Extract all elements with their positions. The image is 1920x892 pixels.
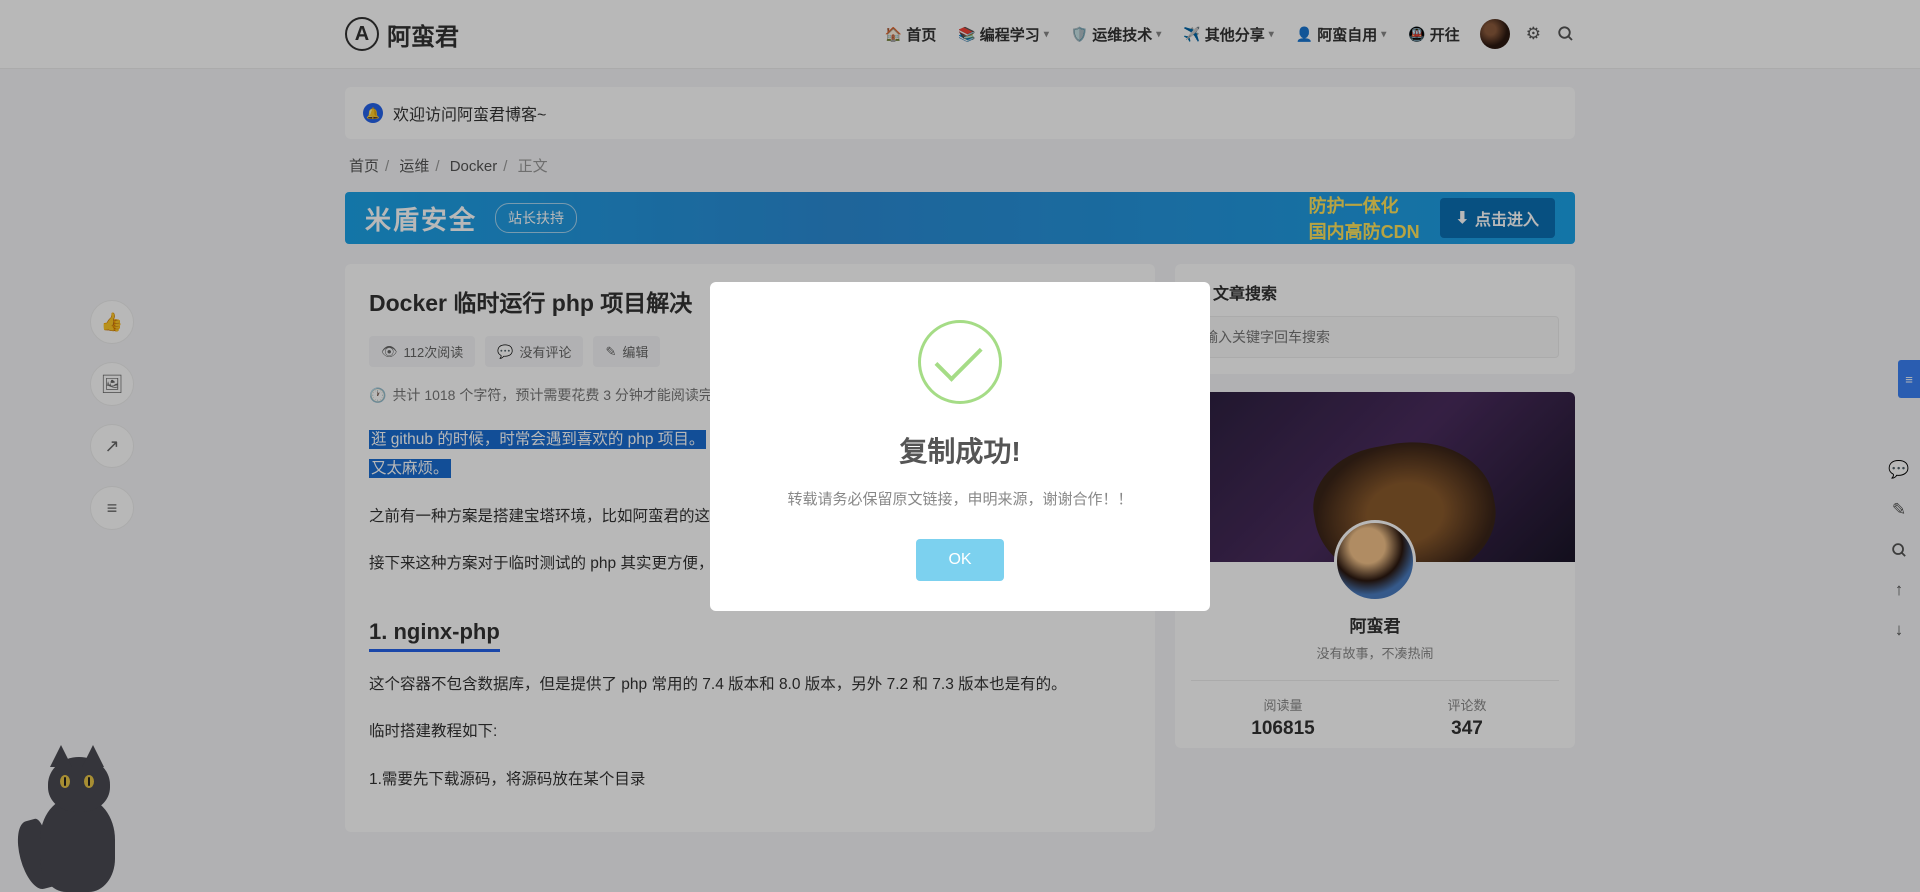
modal-text: 转载请务必保留原文链接，申明来源，谢谢合作！！: [740, 488, 1180, 509]
modal-title: 复制成功!: [740, 430, 1180, 470]
modal: 复制成功! 转载请务必保留原文链接，申明来源，谢谢合作！！ OK: [710, 282, 1210, 611]
modal-overlay[interactable]: 复制成功! 转载请务必保留原文链接，申明来源，谢谢合作！！ OK: [0, 0, 1920, 892]
modal-ok-button[interactable]: OK: [916, 539, 1003, 581]
success-icon: [918, 320, 1002, 404]
